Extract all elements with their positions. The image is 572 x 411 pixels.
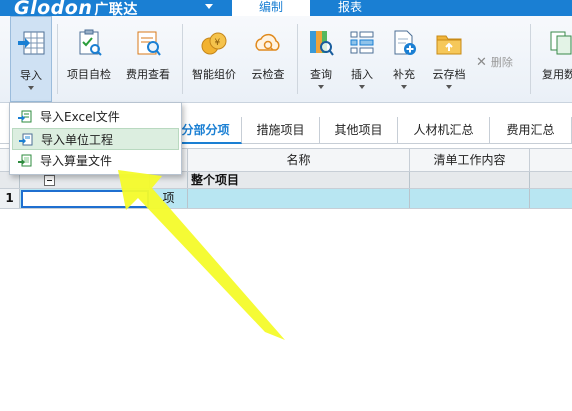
chevron-down-icon: [446, 85, 452, 89]
cloud-archive-label: 云存档: [432, 68, 466, 81]
add-doc-icon: [394, 30, 416, 55]
cloud-check-label: 云检查: [251, 68, 285, 81]
logo-dropdown-caret-icon[interactable]: [205, 4, 213, 9]
import-label: 导入: [20, 69, 42, 82]
tab-reports[interactable]: 报表: [320, 0, 380, 16]
insert-label: 插入: [351, 68, 373, 81]
insert-rows-icon: [350, 31, 374, 54]
import-button[interactable]: 导入: [10, 16, 52, 102]
supplement-button[interactable]: 补充: [384, 16, 424, 102]
menu-item-import-quantity[interactable]: 导入算量文件: [12, 150, 179, 172]
delete-label: 删除: [490, 56, 513, 69]
book-search-icon: [310, 31, 334, 56]
menu-item-import-excel[interactable]: 导入Excel文件: [12, 106, 179, 128]
project-check-label: 项目自检: [67, 68, 111, 81]
chevron-down-icon: [318, 85, 324, 89]
cloud-archive-button[interactable]: 云存档: [426, 16, 472, 102]
supplement-label: 补充: [393, 68, 415, 81]
header-name[interactable]: 名称: [188, 149, 410, 171]
row-number-cell: 1: [0, 189, 20, 208]
name-cell[interactable]: 整个项目: [188, 172, 410, 188]
import-grid-icon: [18, 31, 45, 55]
type-cell[interactable]: 项: [150, 189, 188, 208]
cost-search-icon: [137, 31, 161, 56]
menu-item-label: 导入Excel文件: [40, 110, 120, 124]
excel-import-icon: [18, 110, 32, 123]
tab-other-items[interactable]: 其他项目: [320, 117, 398, 144]
selected-code-cell[interactable]: [21, 190, 149, 208]
reuse-icon: [550, 31, 572, 55]
ribbon-separator: [182, 24, 183, 94]
cloud-folder-icon: [436, 35, 462, 55]
tab-labor-material-summary[interactable]: 人材机汇总: [398, 117, 490, 144]
query-label: 查询: [310, 68, 332, 81]
menu-item-label: 导入单位工程: [41, 133, 114, 147]
table-row[interactable]: 1 项: [0, 189, 572, 209]
cost-view-button[interactable]: 费用查看: [120, 16, 176, 102]
coins-icon: ¥: [201, 32, 227, 55]
tab-cost-summary[interactable]: 费用汇总: [490, 117, 572, 144]
project-check-button[interactable]: 项目自检: [61, 16, 117, 102]
quantity-import-icon: [18, 154, 32, 167]
work-content-cell[interactable]: [410, 172, 530, 188]
reuse-label: 复用数: [542, 68, 572, 81]
insert-button[interactable]: 插入: [343, 16, 381, 102]
chevron-down-icon: [28, 86, 34, 90]
header-work-content[interactable]: 清单工作内容: [410, 149, 530, 171]
menu-item-label: 导入算量文件: [40, 154, 113, 168]
menu-item-import-unit[interactable]: 导入单位工程: [12, 128, 179, 150]
import-dropdown-menu: 导入Excel文件 导入单位工程 导入算量文件: [9, 102, 182, 175]
cost-view-label: 费用查看: [126, 68, 170, 81]
checklist-icon: [79, 29, 102, 56]
title-bar: Glodon 广联达 编制 报表: [0, 0, 572, 19]
tab-measures[interactable]: 措施项目: [242, 117, 320, 144]
app-window: Glodon 广联达 编制 报表 导入 项目自检 费用查看 ¥ 智能组价 云检查…: [0, 0, 572, 411]
cloud-check-button[interactable]: 云检查: [244, 16, 292, 102]
ribbon-separator: [297, 24, 298, 94]
work-content-cell[interactable]: [410, 189, 530, 208]
ribbon-separator: [530, 24, 531, 94]
smart-pricing-label: 智能组价: [192, 68, 236, 81]
chevron-down-icon: [359, 85, 365, 89]
reuse-button[interactable]: 复用数: [537, 16, 572, 102]
name-cell[interactable]: [188, 189, 410, 208]
unit-import-icon: [19, 133, 33, 146]
smart-pricing-button[interactable]: ¥ 智能组价: [186, 16, 242, 102]
ribbon-toolbar: 导入 项目自检 费用查看 ¥ 智能组价 云检查 查询 插入 补充 云存档 ✕ 删…: [0, 16, 572, 103]
header-extra: [530, 149, 572, 171]
ribbon-separator: [57, 24, 58, 94]
delete-button[interactable]: ✕ 删除: [476, 54, 513, 70]
svg-text:¥: ¥: [215, 38, 221, 48]
collapse-icon[interactable]: [44, 175, 55, 186]
query-button[interactable]: 查询: [301, 16, 341, 102]
chevron-down-icon: [401, 85, 407, 89]
tab-edit[interactable]: 编制: [232, 0, 310, 16]
cloud-search-icon: [255, 33, 280, 51]
delete-icon: ✕: [476, 55, 487, 70]
